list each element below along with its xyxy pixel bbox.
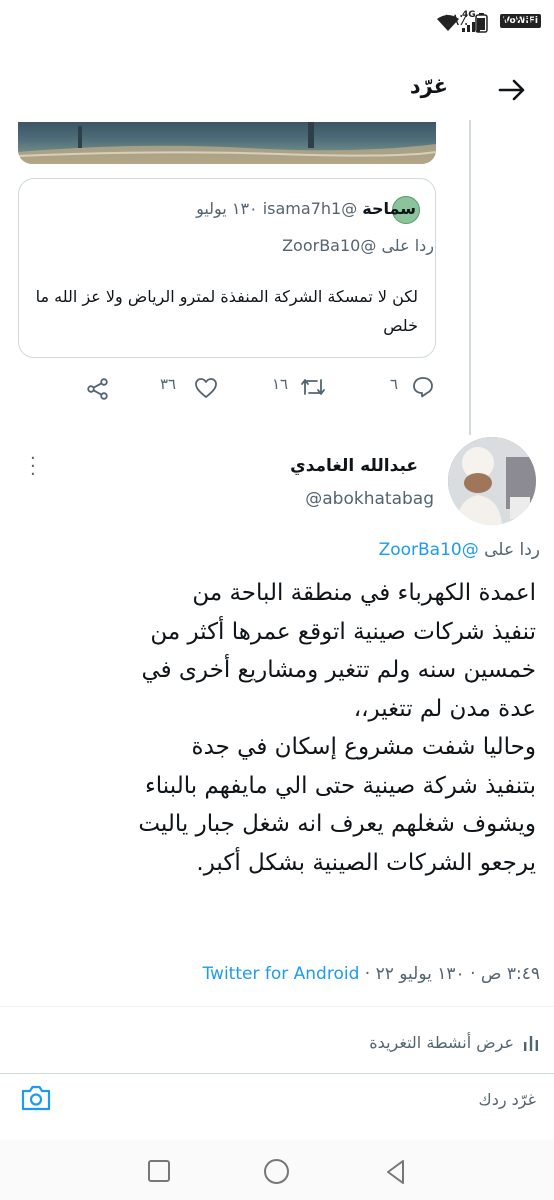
tweet-text: اعمدة الكهرباء في منطقة الباحة من تنفيذ … [16, 574, 536, 882]
quoted-reply-to: ردا على @ZoorBa10 [282, 236, 434, 255]
tweet-photo[interactable] [18, 122, 436, 164]
reply-to-label: ردا على [484, 540, 540, 560]
tweet-text-line: بتنفيذ شركة صينية حتى الي مايفهم بالبناء [144, 772, 536, 799]
reply-input[interactable]: غرّد ردك [479, 1090, 536, 1109]
reply-count: ٦ [390, 375, 399, 393]
battery-level: ٪٨٨ [442, 10, 468, 29]
status-time: ٨:٤٩ [500, 10, 532, 29]
view-tweet-activity[interactable]: عرض أنشطة التغريدة [369, 1033, 540, 1052]
reply-icon[interactable] [412, 376, 434, 398]
back-arrow-icon[interactable] [496, 74, 528, 106]
retweet-count: ١٦ [272, 375, 289, 393]
tweet-text-line: تنفيذ شركات صينية اتوقع عمرها أكثر من [150, 618, 536, 645]
reply-to-handle[interactable]: @ZoorBa10 [379, 540, 479, 560]
view-tweet-activity-label: عرض أنشطة التغريدة [369, 1033, 514, 1052]
tweet-text-line: ويشوف شغلهم يعرف انه شغل جبار ياليت [138, 811, 536, 837]
tweet-text-line: خمسين سنه ولم تتغير ومشاريع أخرى في [141, 657, 536, 683]
quoted-author-name: سماحة [362, 199, 416, 218]
reply-composer [0, 1073, 554, 1131]
author-name[interactable]: عبدالله الغامدي [290, 456, 418, 476]
quoted-reply-label: ردا على [381, 236, 434, 255]
quoted-tweet-date: ١٣٠ يوليو [196, 199, 258, 218]
quoted-tweet-text: لكن لا تمسكة الشركة المنفذة لمترو الرياض… [35, 287, 418, 335]
tweet-text-line: وحاليا شفت مشروع إسكان في جدة [191, 734, 536, 760]
tweet-metadata: ٣:٤٩ ص · ١٣٠ يوليو ٢٢ · Twitter for Andr… [202, 964, 540, 984]
quoted-author-handle: @isama7h1 [262, 199, 358, 218]
tweet-time: ٣:٤٩ ص [480, 964, 540, 984]
tweet-date: ١٣٠ يوليو ٢٢ [375, 964, 465, 984]
tweet-text-line: اعمدة الكهرباء في منطقة الباحة من [192, 580, 536, 606]
battery-icon [475, 13, 488, 33]
author-avatar[interactable] [448, 437, 536, 525]
retweet-icon[interactable] [300, 377, 326, 397]
recent-apps-button[interactable] [148, 1160, 170, 1182]
tweet-text-line: عدة مدن لم تتغير،، [353, 695, 536, 722]
quoted-reply-handle[interactable]: @ZoorBa10 [282, 236, 376, 255]
thread-connector-line [469, 120, 471, 435]
quoted-tweet-header: سماحة @isama7h1 ١٣٠ يوليو [196, 199, 416, 218]
share-icon[interactable] [86, 378, 110, 400]
tweet-text-line: يرجعو الشركات الصينية بشكل أكبر. [196, 849, 536, 876]
analytics-icon [524, 1035, 538, 1051]
reply-to: ردا على @ZoorBa10 [379, 540, 540, 560]
divider [0, 1006, 554, 1007]
system-back-button[interactable] [383, 1158, 409, 1186]
camera-icon[interactable] [20, 1084, 52, 1112]
author-handle[interactable]: @abokhatabag [305, 489, 434, 509]
like-count: ٣٦ [160, 375, 177, 393]
page-title: غرّد [409, 74, 448, 98]
home-button[interactable] [264, 1159, 289, 1184]
more-options-icon[interactable]: · · · [30, 450, 36, 484]
like-icon[interactable] [194, 377, 218, 399]
tweet-client[interactable]: Twitter for Android [202, 964, 359, 984]
